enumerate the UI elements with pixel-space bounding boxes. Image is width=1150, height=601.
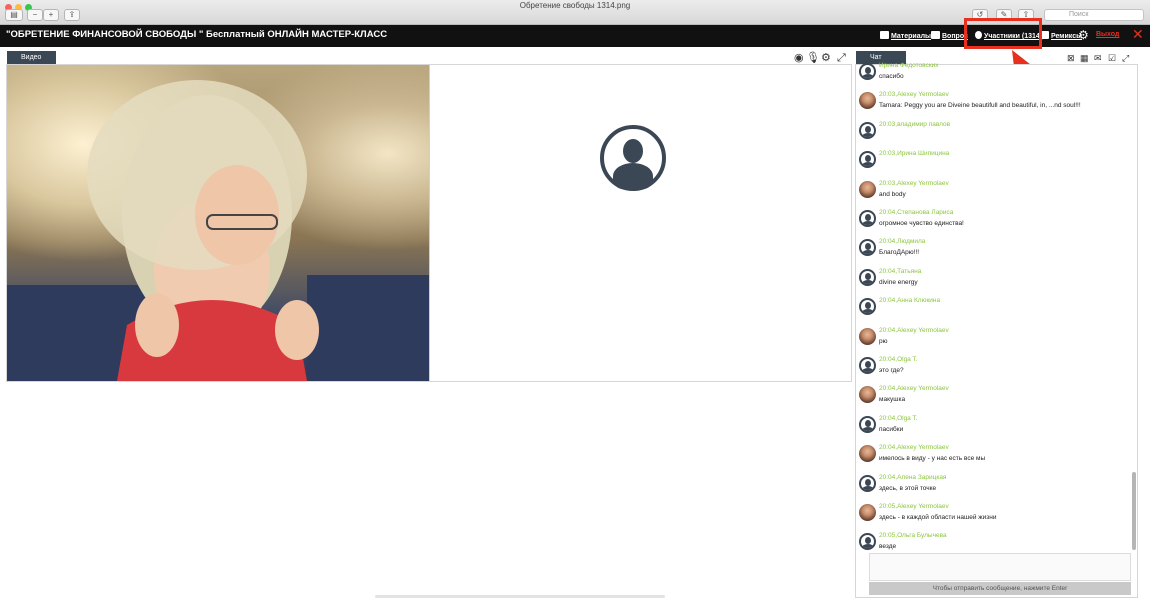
materials-link[interactable]: Материалы <box>880 31 931 40</box>
video-divider <box>429 65 430 381</box>
chat-input[interactable] <box>869 553 1131 581</box>
chat-message: 20:04,Alexey Yermolaev рю <box>856 327 1126 355</box>
chat-message-author: 20:04,Анна Клюкина <box>879 297 941 305</box>
chat-message-text: Tamara: Peggy you are Diveine beautifull… <box>879 102 1081 110</box>
chat-message-text: and body <box>879 190 906 198</box>
chat-message: 20:04,Людмила БлагоДАрю!!! <box>856 238 1126 266</box>
chat-message-text: спасибо <box>879 73 904 80</box>
chat-message: 20:03,Ирина Шипицина <box>856 150 1126 178</box>
user-photo-avatar <box>859 327 876 345</box>
chat-scrollbar[interactable] <box>1132 472 1136 550</box>
chat-message: 20:04,Алена Зарицкая здесь, в этой точке <box>856 474 1126 502</box>
chat-message: 20:04,Степанова Лариса огромное чувство е… <box>856 209 1126 237</box>
chat-message-text: везде <box>879 543 897 551</box>
chat-message: 20:04,Olga T. это где? <box>856 356 1126 384</box>
zoom-in-icon[interactable]: + <box>43 9 59 21</box>
exit-link[interactable]: Выход <box>1096 31 1119 38</box>
default-avatar-icon <box>859 268 876 286</box>
microphone-icon[interactable]: 🎙 <box>806 52 820 64</box>
chat-message: 20:04,Olga T. пасибки <box>856 415 1126 443</box>
chat-message-author: 20:05,Alexey Yermolaev <box>879 503 949 510</box>
search-placeholder: Поиск <box>1069 11 1089 18</box>
chat-message-author: 20:04,Людмила <box>879 238 926 246</box>
user-photo-avatar <box>859 92 876 110</box>
chat-message-author: 20:04,Степанова Лариса <box>879 209 954 216</box>
chat-message-text: это где? <box>879 367 904 374</box>
presenter-silhouette <box>7 80 430 381</box>
chat-message: 20:04,Alexey Yermolaev макушка <box>856 385 1126 413</box>
zoom-out-icon[interactable]: − <box>27 9 43 21</box>
chat-message-author: 20:04,Алена Зарицкая <box>879 473 947 481</box>
page-title: "ОБРЕТЕНИЕ ФИНАНСОВОЙ СВОБОДЫ " Бесплатн… <box>6 29 388 40</box>
chat-message-author: 20:03,Alexey Yermolaev <box>879 91 949 99</box>
chat-message-author: 20:04,Olga T. <box>879 414 918 422</box>
default-avatar-icon <box>859 239 876 257</box>
tab-video[interactable]: Видео <box>7 51 56 65</box>
chat-message-author: 20:04,Alexey Yermolaev <box>879 326 949 334</box>
chat-message-text: огромное чувство единства! <box>879 220 964 227</box>
default-avatar-icon <box>859 357 876 374</box>
chat-message-author: 20:03,Ирина Шипицина <box>879 150 950 158</box>
sidebar-toggle-icon[interactable]: ▤ <box>5 9 23 21</box>
chat-message: 20:03,Alexey Yermolaev Tamara: Peggy you … <box>856 91 1126 119</box>
replays-link[interactable]: Ремиксы <box>1040 31 1082 40</box>
chat-message-author: 20:04,Alexey Yermolaev <box>879 444 949 452</box>
chat-message: 20:03,Alexey Yermolaev and body <box>856 180 1126 208</box>
avatar-body <box>613 163 653 189</box>
chat-message-text: макушка <box>879 396 906 404</box>
close-icon[interactable]: ✕ <box>1132 27 1144 41</box>
default-avatar-icon <box>859 151 876 169</box>
chat-message-text: БлагоДАрю!!! <box>879 249 920 257</box>
tab-video-label: Видео <box>21 54 42 61</box>
send-hint-bar: Чтобы отправить сообщение, нажмите Enter <box>869 582 1131 595</box>
chat-message-text: здесь - в каждой области нашей жизни <box>879 514 997 521</box>
participant-placeholder-avatar <box>600 125 666 191</box>
chat-message-text: пасибки <box>879 425 904 433</box>
video-area <box>6 64 852 382</box>
chat-message-author: 20:05,Ольга Булычева <box>879 532 947 540</box>
chat-message-author: 20:03,Alexey Yermolaev <box>879 179 949 187</box>
fullscreen-icon[interactable]: ⤢ <box>837 52 846 64</box>
default-avatar-icon <box>859 533 876 551</box>
avatar-head <box>623 139 643 163</box>
chat-message-text: здесь, в этой точке <box>879 484 937 492</box>
chat-message: 20:04,Татьяна divine energy <box>856 268 1126 296</box>
chat-message-author: 20:04,Татьяна <box>879 267 922 275</box>
chat-message-author: 20:03,владимир павлов <box>879 120 951 128</box>
default-avatar-icon <box>859 63 876 80</box>
chat-message: 20:05,Alexey Yermolaev здесь - в каждой о… <box>856 503 1126 531</box>
chat-bubble-icon <box>931 31 940 39</box>
chat-messages-panel: Ирина Федотовских спасибо 20:03,Alexey Yer… <box>855 62 1138 598</box>
chat-message-text: divine energy <box>879 278 918 286</box>
user-photo-avatar <box>859 180 876 198</box>
chat-message-text: имелось в виду - у нас есть все мы <box>879 455 986 463</box>
presenter-video-feed <box>7 65 430 381</box>
default-avatar-icon <box>859 415 876 433</box>
user-photo-avatar <box>859 504 876 521</box>
chat-message: 20:04,Анна Клюкина <box>856 297 1126 325</box>
chat-message: Ирина Федотовских спасибо <box>856 62 1126 90</box>
search-field[interactable]: Поиск <box>1044 9 1144 21</box>
default-avatar-icon <box>859 474 876 492</box>
tab-chat-label: Чат <box>870 54 882 61</box>
default-avatar-icon <box>859 121 876 139</box>
user-photo-avatar <box>859 445 876 463</box>
camera-icon[interactable]: ◉ <box>794 52 804 64</box>
chat-message: 20:04,Alexey Yermolaev имелось в виду - у… <box>856 444 1126 472</box>
chat-message-author: 20:04,Alexey Yermolaev <box>879 385 949 393</box>
settings-gear-icon[interactable]: ⚙ <box>1078 28 1089 42</box>
questions-link[interactable]: Вопрос <box>931 31 968 40</box>
share-icon[interactable]: ⇪ <box>64 9 80 21</box>
chat-message-author: 20:04,Olga T. <box>879 356 918 363</box>
default-avatar-icon <box>859 210 876 227</box>
user-photo-avatar <box>859 386 876 404</box>
default-avatar-icon <box>859 298 876 316</box>
video-settings-gear-icon[interactable]: ⚙ <box>821 52 831 64</box>
resize-handle[interactable] <box>375 595 665 598</box>
book-icon <box>880 31 889 39</box>
materials-label: Материалы <box>891 33 932 40</box>
chat-message: 20:03,владимир павлов <box>856 121 1126 149</box>
chat-message-text: рю <box>879 337 888 345</box>
chat-message-author: Ирина Федотовских <box>879 62 939 69</box>
